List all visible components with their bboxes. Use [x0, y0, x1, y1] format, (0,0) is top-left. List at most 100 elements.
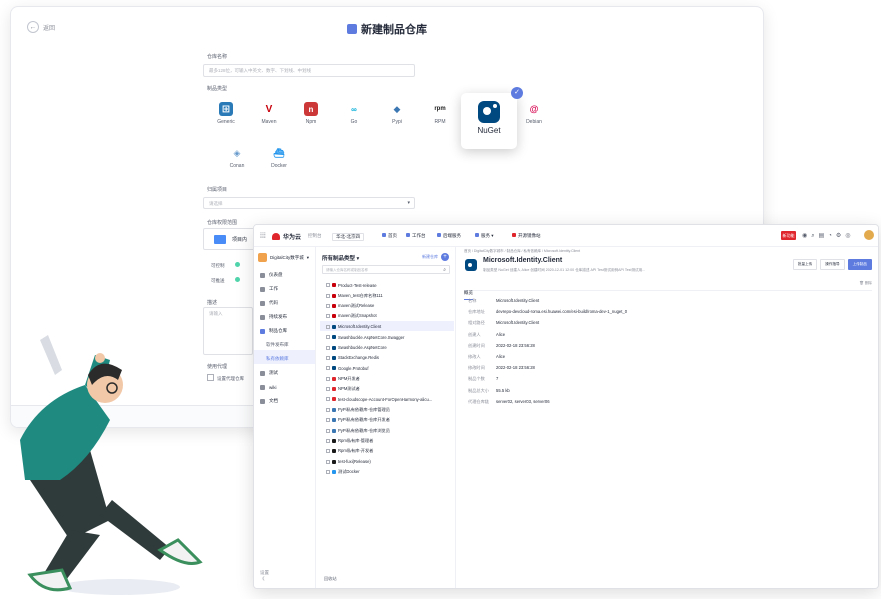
guide-button[interactable]: 操作指导	[820, 259, 845, 270]
docs-icon	[260, 398, 265, 404]
type-pypi[interactable]: ◆ Pypi	[380, 97, 414, 131]
nav-workbench[interactable]: 工作台	[406, 233, 426, 239]
brand-logo[interactable]: 华为云	[272, 232, 301, 241]
type-conan[interactable]: ◈ Conan	[220, 141, 254, 175]
toolbar-icons[interactable]: ◉⌕▤◔⚙◎	[802, 232, 855, 240]
delete-button[interactable]: 🗑 删除	[859, 281, 872, 286]
sidebar-item-wiki[interactable]: wiki	[254, 378, 315, 392]
upload-artifact-button[interactable]: 上传制品	[847, 259, 872, 270]
nav-home[interactable]: 首页	[382, 233, 397, 239]
list-item[interactable]: Rpm私有库-管理者	[320, 435, 454, 445]
list-item[interactable]: NPM测试者	[320, 383, 454, 393]
nav-services[interactable]: 服务 ▾	[475, 233, 494, 239]
project-switcher[interactable]: DigitalCity数字城 ▾	[258, 253, 311, 262]
sidebar-item-release[interactable]: 持续发布	[254, 308, 315, 322]
repo-checkbox[interactable]	[326, 283, 330, 288]
type-nuget[interactable]: ✓ NuGet	[461, 87, 523, 149]
type-generic[interactable]: ⊞ Generic	[209, 97, 243, 131]
sidebar-item-work[interactable]: 工作	[254, 280, 315, 294]
repo-checkbox[interactable]	[326, 314, 330, 319]
go-icon: ∞	[351, 104, 357, 114]
nav-mirror[interactable]: 开源镜像站	[512, 233, 541, 239]
repo-name-input[interactable]: 最多128位，可输入中英文、数字、下划线、中划线	[203, 64, 415, 77]
sidebar-item-software-release[interactable]: 软件发布库	[254, 336, 315, 350]
mirror-icon	[512, 233, 516, 237]
repo-checkbox[interactable]	[326, 366, 330, 371]
type-debian[interactable]: @ Debian	[517, 97, 551, 131]
nav-backend[interactable]: 后端服务	[437, 233, 461, 239]
type-go[interactable]: ∞ Go	[337, 97, 371, 131]
app-grid-icon[interactable]: ⁞⁞⁞	[260, 233, 266, 240]
list-item[interactable]: PyPi私有依赖库-仓库开发者	[320, 414, 454, 424]
sidebar-item-private-deps[interactable]: 私有依赖库	[254, 350, 315, 364]
repo-checkbox[interactable]	[326, 470, 330, 475]
type-npm[interactable]: n Npm	[294, 97, 328, 131]
nav-mirror-label: 开源镜像站	[518, 233, 541, 238]
list-item[interactable]: 测试Docker	[320, 466, 454, 476]
repo-checkbox[interactable]	[326, 303, 330, 308]
list-item[interactable]: Swashbuckle.AspNetCore	[320, 341, 454, 351]
workbench-icon	[406, 233, 410, 237]
services-icon	[475, 233, 479, 237]
repo-checkbox[interactable]	[326, 418, 330, 423]
repo-checkbox[interactable]	[326, 428, 330, 433]
sidebar-item-artifacts[interactable]: 制品仓库	[254, 322, 315, 336]
settings-link[interactable]: 设置	[260, 570, 269, 575]
repo-checkbox[interactable]	[326, 345, 330, 350]
list-item[interactable]: StackExchange.Redis	[320, 352, 454, 362]
sidebar-item-docs[interactable]: 文档	[254, 392, 315, 406]
list-item[interactable]: test-fuxi(Release)	[320, 456, 454, 466]
repo-checkbox[interactable]	[326, 459, 330, 464]
type-docker[interactable]: ⛴ Docker	[262, 141, 296, 175]
repo-checkbox[interactable]	[326, 407, 330, 412]
repo-search-input[interactable]: 请输入仓库名称或制品名称 ⌕	[322, 265, 450, 274]
property-key: 名称	[468, 298, 477, 303]
list-item[interactable]: test-cloudscope-Account-ForOpenHarmony-a…	[320, 393, 454, 403]
sidebar-label: 文档	[269, 398, 278, 403]
dashboard-icon	[260, 272, 265, 278]
list-item[interactable]: maven测试Release	[320, 300, 454, 310]
type-maven[interactable]: V Maven	[252, 97, 286, 131]
type-filter[interactable]: 所有制品类型 ▾	[322, 254, 359, 262]
list-item[interactable]: PyPi私有依赖库-仓库浏览员	[320, 424, 454, 434]
repo-checkbox[interactable]	[326, 335, 330, 340]
repo-checkbox[interactable]	[326, 324, 330, 329]
shoe-right-shape	[157, 538, 203, 565]
new-repo-button[interactable]: 新建仓库 +	[422, 253, 449, 261]
list-item[interactable]: PyPi私有依赖库-仓库管理员	[320, 404, 454, 414]
repo-checkbox[interactable]	[326, 439, 330, 444]
repo-checkbox[interactable]	[326, 355, 330, 360]
region-selector[interactable]: 华北-北京四	[332, 233, 364, 241]
collapse-button[interactable]: 《	[260, 576, 265, 581]
repo-checkbox[interactable]	[326, 397, 330, 402]
batch-upload-button[interactable]: 批量上传	[792, 259, 818, 270]
type-rpm[interactable]: rpm RPM	[423, 97, 457, 131]
repo-checkbox[interactable]	[326, 293, 330, 298]
avatar[interactable]	[864, 230, 874, 240]
chevron-down-icon: ▾	[306, 254, 310, 260]
list-item[interactable]: Product-Test-release	[320, 279, 454, 289]
list-item[interactable]: Google.Protobuf	[320, 362, 454, 372]
property-value: 2022-02-18 23:56:28	[496, 365, 535, 371]
list-item[interactable]: Maven_test仓库名称111	[320, 289, 454, 299]
sidebar-item-dashboard[interactable]: 仪表盘	[254, 266, 315, 280]
list-item[interactable]: Swashbuckle.AspNetCore.Swagger	[320, 331, 454, 341]
repo-checkbox[interactable]	[326, 449, 330, 454]
sidebar-item-code[interactable]: 代码	[254, 294, 315, 308]
list-item[interactable]: Rpm私有库-开发者	[320, 445, 454, 455]
property-key: 仓库地址	[468, 309, 485, 315]
recycle-bin-link[interactable]: 回收站	[324, 576, 337, 582]
repo-checkbox[interactable]	[326, 376, 330, 381]
list-item[interactable]: NPM开发者	[320, 373, 454, 383]
breadcrumb[interactable]: 首页 / DigitalCity数字城市 / 制品仓库 / 私有依赖库 / Mi…	[464, 249, 580, 254]
list-item[interactable]: maven测试Snapshot	[320, 310, 454, 320]
console-link[interactable]: 控制台	[308, 233, 322, 239]
repo-name: test-fuxi(Release)	[338, 459, 371, 465]
project-select[interactable]: 请选择 ▾	[203, 197, 415, 209]
repo-title: Microsoft.Identity.Client	[483, 257, 563, 264]
sidebar-item-test[interactable]: 测试	[254, 364, 315, 378]
list-item[interactable]: Microsoft.Identity.Client	[320, 320, 454, 331]
new-feature-badge[interactable]: 新功能	[781, 231, 796, 240]
repo-list-panel: 所有制品类型 ▾ 新建仓库 + 请输入仓库名称或制品名称 ⌕ Product-Te…	[316, 247, 456, 588]
repo-checkbox[interactable]	[326, 387, 330, 392]
